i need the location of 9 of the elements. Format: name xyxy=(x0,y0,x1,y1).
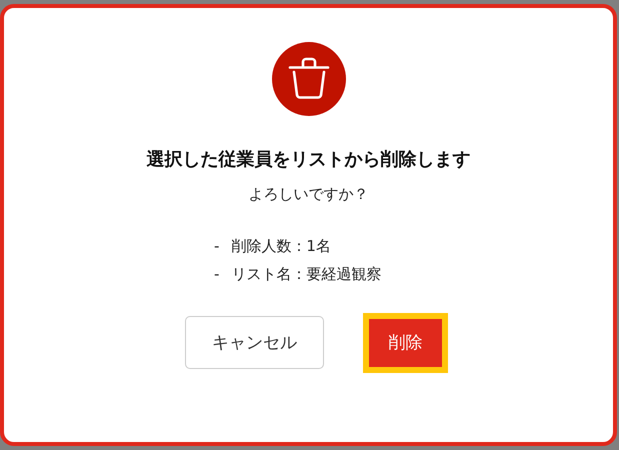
bullet-mark: - xyxy=(214,237,220,256)
cancel-button[interactable]: キャンセル xyxy=(185,316,324,369)
dialog-title: 選択した従業員をリストから削除します xyxy=(146,148,470,171)
detail-text: リスト名：要経過観察 xyxy=(231,265,382,284)
confirm-message: よろしいですか？ xyxy=(248,185,368,204)
detail-text: 削除人数：1名 xyxy=(231,237,331,256)
trash-icon xyxy=(272,42,346,116)
delete-button[interactable]: 削除 xyxy=(369,318,442,366)
bullet-mark: - xyxy=(214,265,220,284)
